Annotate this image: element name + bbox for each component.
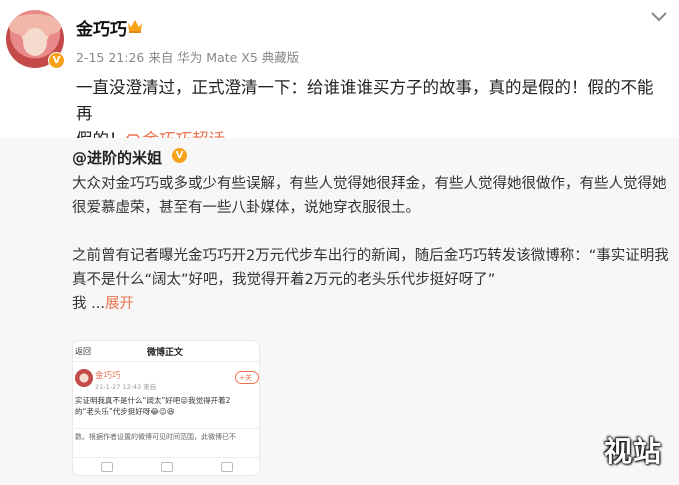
thumb-name: 金巧巧: [95, 371, 121, 381]
expand-link[interactable]: 展开: [105, 296, 134, 312]
repost-text: 大众对金巧巧或多或少有些误解，有些人觉得她很拜金，有些人觉得她很做作，有些人觉得…: [72, 172, 672, 316]
repost-author[interactable]: @进阶的米姐: [72, 147, 162, 168]
thumb-text: 实证明我真不是什么“阔太”好吧😜我觉得开着2 的“老头乐”代步挺好呀😂😉😆: [75, 396, 231, 416]
like-icon: [221, 462, 233, 472]
repost-body: 大众对金巧巧或多或少有些误解，有些人觉得她很拜金，有些人觉得她很做作，有些人觉得…: [72, 176, 669, 312]
share-icon: [101, 462, 113, 472]
post-text-line1: 一直没澄清过，正式澄清一下：给谁谁谁买方子的故事，真的是假的！假的不能再: [76, 78, 654, 123]
repost-box[interactable]: @进阶的米姐 V 大众对金巧巧或多或少有些误解，有些人觉得她很拜金，有些人觉得她…: [0, 138, 679, 485]
thumb-follow: +关: [235, 371, 259, 384]
comment-icon: [161, 462, 173, 472]
chevron-down-icon[interactable]: [651, 12, 667, 22]
thumb-back-label: 返回: [75, 347, 91, 356]
thumb-avatar: [75, 369, 93, 387]
repost-image[interactable]: 返回 微博正文 金巧巧 21-1-27 12:43 来自 +关 实证明我真不是什…: [72, 340, 260, 476]
verified-badge-icon: V: [48, 52, 65, 69]
thumb-footer: 数。根据作者设置的微博可见时间范围，此微博已不: [75, 428, 259, 442]
thumb-title: 微博正文: [147, 348, 184, 358]
crown-icon: [128, 20, 142, 33]
watermark: 视站: [604, 435, 663, 468]
thumb-actions: [73, 457, 259, 475]
verified-badge-icon: V: [172, 148, 187, 163]
thumb-time: 21-1-27 12:43 来自: [95, 383, 157, 391]
avatar-face: [23, 28, 47, 56]
post-header: V 金巧巧 2-15 21:26 来自 华为 Mate X5 典藏版: [0, 0, 679, 72]
thumb-topbar: 返回 微博正文: [73, 341, 259, 362]
post-meta: 2-15 21:26 来自 华为 Mate X5 典藏版: [76, 50, 300, 65]
author-name[interactable]: 金巧巧: [76, 15, 127, 40]
